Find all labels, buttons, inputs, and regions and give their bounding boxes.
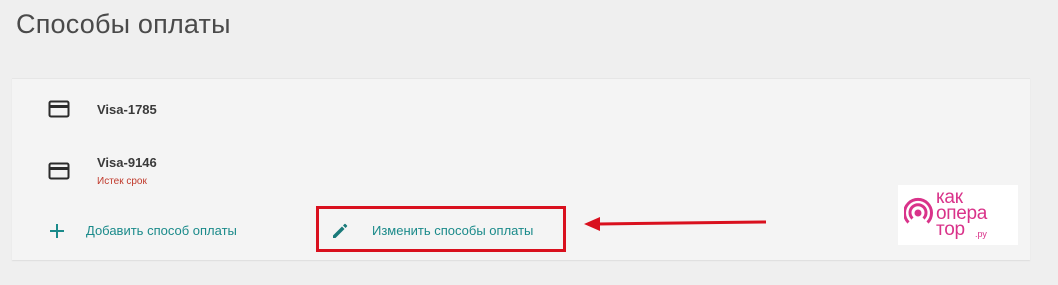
brand-logo: как опера тор .ру <box>898 185 1018 245</box>
payment-method-row[interactable]: Visa-9146 Истек срок <box>12 149 612 193</box>
plus-icon[interactable] <box>49 223 65 244</box>
brand-suffix: .ру <box>975 229 987 239</box>
expired-status-label: Истек срок <box>97 176 147 187</box>
credit-card-icon <box>48 100 70 118</box>
add-payment-method-link[interactable]: Добавить способ оплаты <box>86 223 237 238</box>
payment-method-name: Visa-9146 <box>97 155 157 170</box>
payment-method-name: Visa-1785 <box>97 102 157 117</box>
brand-word-3: тор <box>936 219 965 240</box>
highlight-box <box>316 206 566 252</box>
credit-card-icon <box>48 162 70 180</box>
pointer-arrow <box>582 214 768 239</box>
signal-icon <box>903 197 936 234</box>
payment-method-row[interactable]: Visa-1785 <box>12 91 612 131</box>
page-title: Способы оплаты <box>16 9 231 39</box>
